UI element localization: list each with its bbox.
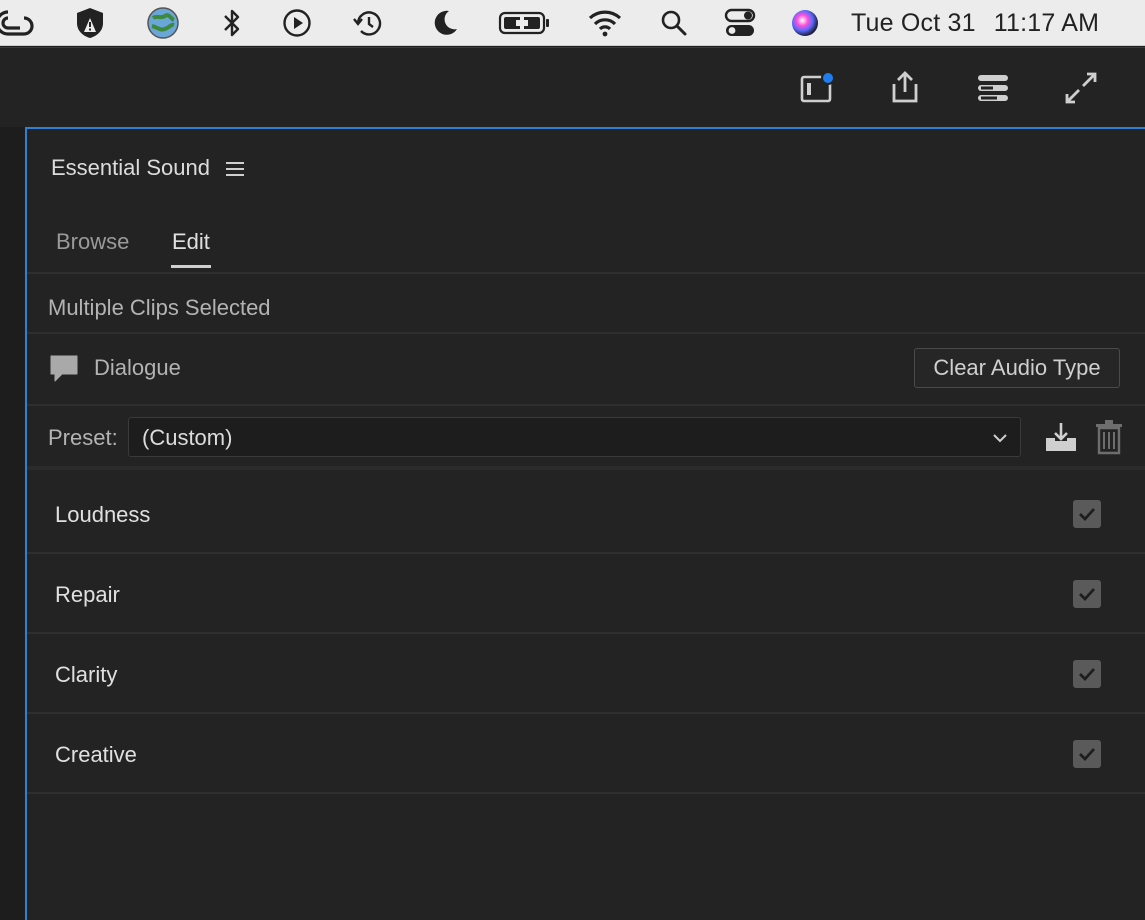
panel-notification-icon[interactable] [795,66,839,110]
save-preset-icon[interactable] [1043,419,1079,455]
section-checkbox[interactable] [1073,740,1101,768]
menubar-clock[interactable]: Tue Oct 31 11:17 AM [851,0,1099,46]
tab-browse[interactable]: Browse [56,229,129,255]
fullscreen-icon[interactable] [1059,66,1103,110]
section-checkbox[interactable] [1073,580,1101,608]
divider [27,404,1145,406]
time-machine-icon[interactable] [348,5,388,41]
section-label: Repair [55,582,120,607]
divider [27,552,1145,554]
preset-dropdown[interactable]: (Custom) [128,417,1021,457]
app-header [0,47,1145,127]
play-icon[interactable] [277,5,317,41]
section-loudness[interactable]: Loudness [27,476,1145,554]
essential-sound-panel: Essential Sound Browse Edit Multiple Cli… [25,127,1145,920]
wifi-icon[interactable] [585,5,625,41]
chevron-down-icon [993,434,1007,443]
menu-bar: Tue Oct 31 11:17 AM [0,0,1145,46]
siri-icon[interactable] [785,5,825,41]
menubar-date: Tue Oct 31 [851,9,976,37]
clear-audio-type-button[interactable]: Clear Audio Type [914,348,1120,388]
divider [27,792,1145,794]
bluetooth-icon[interactable] [212,5,252,41]
section-creative[interactable]: Creative [27,716,1145,794]
control-center-icon[interactable] [720,5,760,41]
preset-label: Preset: [48,425,118,450]
preset-value: (Custom) [142,425,233,450]
creative-cloud-icon[interactable] [0,5,36,41]
moon-icon[interactable] [425,5,465,41]
workspaces-icon[interactable] [971,66,1015,110]
hamburger-icon[interactable] [223,157,247,181]
globe-sync-icon[interactable] [143,5,183,41]
left-panel-edge [0,127,24,920]
adobe-security-icon[interactable] [70,5,110,41]
search-icon[interactable] [654,5,694,41]
share-icon[interactable] [883,66,927,110]
section-clarity[interactable]: Clarity [27,636,1145,714]
divider [27,272,1145,274]
tab-edit[interactable]: Edit [172,229,210,255]
selection-status: Multiple Clips Selected [48,295,271,320]
divider [27,632,1145,634]
section-label: Loudness [55,502,151,527]
panel-title: Essential Sound [51,155,210,180]
divider [27,712,1145,714]
active-tab-indicator [171,265,211,268]
section-repair[interactable]: Repair [27,556,1145,634]
trash-icon[interactable] [1093,419,1125,455]
section-checkbox[interactable] [1073,660,1101,688]
section-label: Clarity [55,662,118,687]
divider [27,332,1145,334]
menubar-time: 11:17 AM [993,9,1100,37]
audio-type-label: Dialogue [94,355,181,380]
battery-charging-icon[interactable] [496,5,554,41]
divider [27,466,1145,470]
section-label: Creative [55,742,137,767]
section-checkbox[interactable] [1073,500,1101,528]
speech-bubble-icon [50,355,78,382]
